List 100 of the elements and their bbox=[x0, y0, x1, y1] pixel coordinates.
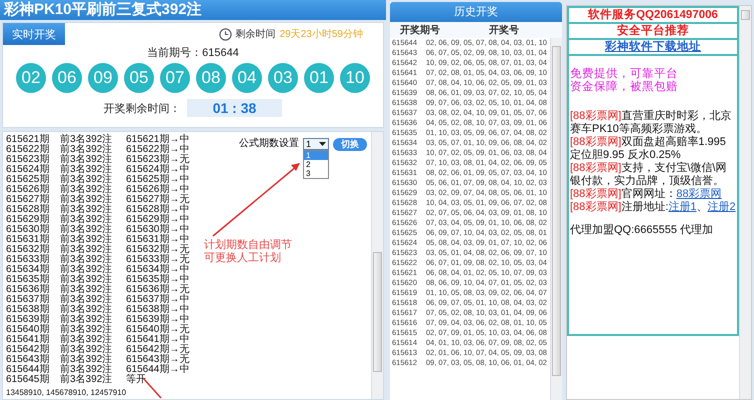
result-text: 615637期→中 bbox=[126, 295, 190, 305]
period-select[interactable]: 1 bbox=[303, 138, 329, 150]
number-ball: 10 bbox=[340, 63, 370, 93]
period-text: 615633期 bbox=[6, 255, 50, 265]
clock-icon bbox=[218, 28, 232, 40]
result-text: 615621期→中 bbox=[126, 135, 190, 145]
countdown-label: 开奖剩余时间： bbox=[104, 102, 181, 116]
result-text: 615641期→中 bbox=[126, 335, 190, 345]
live-draw-tab[interactable]: 实时开奖 bbox=[3, 23, 65, 45]
dropdown-option[interactable]: 1 bbox=[304, 151, 328, 160]
result-text: 615634期→中 bbox=[126, 265, 190, 275]
plan-text: 前3名392注 bbox=[60, 335, 114, 345]
plan-text: 前3名392注 bbox=[60, 305, 114, 315]
plan-text: 前3名392注 bbox=[60, 315, 114, 325]
column-header: 开奖期号 bbox=[399, 24, 441, 37]
remaining-label: 剩余时间 bbox=[236, 28, 276, 41]
scrollbar[interactable] bbox=[371, 132, 383, 399]
period-text: 615634期 bbox=[6, 265, 50, 275]
plan-text: 前3名392注 bbox=[60, 295, 114, 305]
period-text: 615640期 bbox=[6, 325, 50, 335]
switch-button[interactable]: 切换 bbox=[333, 138, 367, 151]
ad-link[interactable]: 注册2 bbox=[708, 201, 736, 213]
period-text: 615637期 bbox=[6, 295, 50, 305]
ad-paragraph: [88彩票网]双面盘超高赔率1.995 定位胆9.95 反水0.25% bbox=[570, 136, 727, 162]
period-text: 615636期 bbox=[6, 285, 50, 295]
period-text: 615630期 bbox=[6, 225, 50, 235]
plan-text: 前3名392注 bbox=[60, 365, 114, 375]
current-period: 当前期号：615644 bbox=[147, 47, 239, 59]
plan-text: 前3名392注 bbox=[60, 265, 114, 275]
ad-paragraph: [88彩票网]注册地址:注册1、注册2 bbox=[570, 201, 736, 214]
scrollbar[interactable] bbox=[739, 6, 751, 399]
countdown-timer: 01 : 38 bbox=[186, 99, 282, 117]
result-text: 615628期→中 bbox=[126, 205, 190, 215]
period-text: 615638期 bbox=[6, 305, 50, 315]
period-text: 615622期 bbox=[6, 145, 50, 155]
number-ball: 03 bbox=[268, 63, 298, 93]
result-text: 等开 bbox=[126, 375, 146, 385]
plan-text: 前3名392注 bbox=[60, 145, 114, 155]
period-text: 615621期 bbox=[6, 135, 50, 145]
result-text: 615643期→无 bbox=[126, 355, 190, 365]
caret-icon bbox=[319, 142, 326, 146]
result-text: 615635期→中 bbox=[126, 275, 190, 285]
ad-link[interactable]: 注册1 bbox=[668, 201, 697, 213]
plan-text: 前3名392注 bbox=[60, 135, 114, 145]
plan-text: 前3名392注 bbox=[60, 235, 114, 245]
result-text: 615629期→中 bbox=[126, 215, 190, 225]
agent-text: 代理加盟QQ:6665555 代理加 bbox=[570, 224, 714, 237]
result-text: 615625期→中 bbox=[126, 175, 190, 185]
period-text: 615624期 bbox=[6, 165, 50, 175]
period-text: 615635期 bbox=[6, 275, 50, 285]
period-text: 615628期 bbox=[6, 205, 50, 215]
plan-text: 前3名392注 bbox=[60, 195, 114, 205]
ad-link[interactable]: 88彩票网 bbox=[676, 188, 722, 200]
period-text: 615643期 bbox=[6, 355, 50, 365]
period-text: 615644期 bbox=[6, 365, 50, 375]
period-text: 615629期 bbox=[6, 215, 50, 225]
number-ball: 06 bbox=[52, 63, 82, 93]
period-text: 615625期 bbox=[6, 175, 50, 185]
plan-numbers: 13458910, 145678910, 12457910 bbox=[6, 388, 128, 397]
result-text: 615626期→中 bbox=[126, 185, 190, 195]
ad-paragraph: [88彩票网]官网网址：88彩票网 bbox=[570, 188, 723, 200]
download-link[interactable]: 彩神软件下载地址 bbox=[605, 41, 701, 53]
period-text: 615631期 bbox=[6, 235, 50, 245]
result-text: 615631期→中 bbox=[126, 235, 190, 245]
result-text: 615642期→无 bbox=[126, 345, 190, 355]
dropdown-option[interactable]: 2 bbox=[304, 160, 328, 169]
number-ball: 04 bbox=[232, 63, 262, 93]
dropdown-option[interactable]: 3 bbox=[304, 169, 328, 178]
result-text: 615636期→无 bbox=[126, 285, 190, 295]
result-text: 615623期→无 bbox=[126, 155, 190, 165]
result-text: 615639期→中 bbox=[126, 315, 190, 325]
recommend-text: 安全平台推荐 bbox=[617, 25, 689, 37]
result-text: 615632期→无 bbox=[126, 245, 190, 255]
result-text: 615622期→中 bbox=[126, 145, 190, 155]
history-title: 历史开奖 bbox=[454, 6, 498, 18]
remaining-time: 29天23小时59分钟 bbox=[280, 28, 363, 41]
plan-text: 前3名392注 bbox=[60, 255, 114, 265]
plan-text: 前3名392注 bbox=[60, 345, 114, 355]
period-text: 615642期 bbox=[6, 345, 50, 355]
plan-text: 前3名392注 bbox=[60, 285, 114, 295]
result-text: 615633期→无 bbox=[126, 255, 190, 265]
result-text: 615627期→无 bbox=[126, 195, 190, 205]
period-text: 615626期 bbox=[6, 185, 50, 195]
column-header: 开奖号 bbox=[488, 24, 520, 37]
number-ball: 02 bbox=[16, 63, 46, 93]
promo-text: 免费提供，可靠平台 bbox=[570, 68, 678, 80]
result-text: 615638期→中 bbox=[126, 305, 190, 315]
service-text: 软件服务QQ2061497006 bbox=[588, 9, 718, 21]
result-text: 615644期→中 bbox=[126, 365, 190, 375]
period-text: 615632期 bbox=[6, 245, 50, 255]
plan-text: 前3名392注 bbox=[60, 275, 114, 285]
number-ball: 09 bbox=[88, 63, 118, 93]
window-title: 彩神PK10平刷前三复式392注 bbox=[4, 1, 202, 18]
scrollbar[interactable] bbox=[550, 38, 562, 400]
plan-text: 前3名392注 bbox=[60, 355, 114, 365]
number-ball: 05 bbox=[124, 63, 154, 93]
promo-text: 资金保障，被黑包赔 bbox=[570, 81, 678, 93]
result-text: 615630期→中 bbox=[126, 225, 190, 235]
plan-text: 前3名392注 bbox=[60, 325, 114, 335]
plan-text: 前3名392注 bbox=[60, 155, 114, 165]
